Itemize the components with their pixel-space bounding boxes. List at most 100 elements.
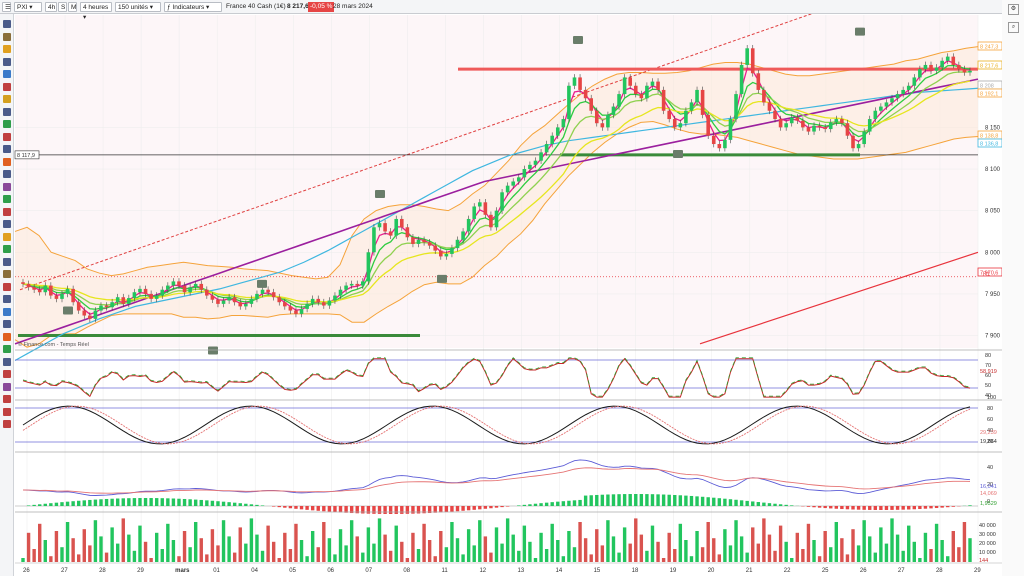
- volume-bar: [533, 558, 538, 562]
- volume-bar: [829, 547, 833, 562]
- flag-icon[interactable]: [3, 245, 11, 253]
- volume-bar: [801, 549, 805, 562]
- macd-bar: [645, 494, 649, 506]
- candle: [199, 283, 204, 290]
- trend-icon[interactable]: [3, 70, 11, 78]
- volume-bar: [639, 534, 644, 562]
- period-m-button[interactable]: M: [68, 2, 77, 12]
- volume-bar: [216, 545, 220, 562]
- arrow-icon[interactable]: [3, 132, 11, 141]
- macd-bar: [567, 500, 571, 506]
- channel-icon[interactable]: [3, 82, 11, 91]
- period-s-button[interactable]: S: [58, 2, 67, 12]
- magnet-icon[interactable]: [3, 170, 11, 178]
- macd-bar: [400, 506, 404, 514]
- volume-bar: [634, 518, 638, 562]
- macd-bar: [205, 500, 209, 506]
- candle: [221, 300, 226, 304]
- brush-icon[interactable]: [3, 232, 11, 241]
- volume-bar: [784, 541, 788, 562]
- symbol-selector[interactable]: PXI ▾: [14, 2, 42, 12]
- candle: [411, 237, 415, 244]
- volume-bar: [455, 538, 460, 562]
- volume-bar: [918, 558, 922, 562]
- x-axis-label: mars: [175, 568, 190, 574]
- text-icon[interactable]: [3, 107, 11, 116]
- pivot-marker: [257, 279, 267, 288]
- search-icon[interactable]: ⌕: [1008, 22, 1019, 33]
- target-icon[interactable]: [3, 382, 11, 391]
- volume-bar: [416, 549, 421, 562]
- crosshair-icon[interactable]: [3, 32, 11, 41]
- indicators-button[interactable]: ƒ Indicateurs ▾: [164, 2, 222, 12]
- volume-bar: [461, 554, 465, 562]
- hide-icon[interactable]: [3, 357, 11, 366]
- volume-bar: [355, 536, 359, 562]
- menu-icon[interactable]: ☰: [2, 2, 11, 12]
- candle: [695, 89, 699, 103]
- trash-icon[interactable]: [3, 207, 11, 216]
- triangle-icon[interactable]: [3, 395, 11, 403]
- candle: [795, 117, 800, 121]
- rsi-signal-line: [22, 357, 971, 397]
- settings-icon[interactable]: ⚙: [1008, 4, 1019, 15]
- link-icon[interactable]: [3, 320, 11, 328]
- macd-bar: [639, 494, 644, 506]
- volume-bar: [255, 534, 259, 562]
- interval-select[interactable]: 4 heures ▾: [80, 2, 112, 21]
- candle: [99, 305, 103, 311]
- text-t2-icon[interactable]: [3, 420, 11, 428]
- clone-icon[interactable]: [3, 307, 11, 316]
- text-t-icon[interactable]: [3, 407, 11, 416]
- volume-bar: [166, 523, 170, 562]
- volume-bar: [238, 527, 242, 562]
- candle: [583, 89, 588, 99]
- pencil-icon[interactable]: [3, 45, 11, 53]
- more-icon[interactable]: [3, 370, 11, 378]
- candle: [845, 123, 850, 136]
- price-icon[interactable]: [3, 282, 11, 291]
- macd-bar: [528, 504, 532, 506]
- volume-bar: [361, 552, 365, 562]
- line-icon[interactable]: [3, 57, 11, 66]
- macd-bar: [294, 506, 298, 509]
- volume-bar: [695, 531, 699, 562]
- units-select[interactable]: 150 unités ▾: [115, 2, 161, 12]
- time-icon[interactable]: [3, 295, 11, 303]
- macd-bar: [712, 497, 716, 506]
- candle: [37, 289, 42, 293]
- candle: [594, 110, 599, 124]
- candle: [154, 295, 159, 299]
- macd-bar: [210, 500, 215, 506]
- layers-icon[interactable]: [3, 345, 11, 353]
- bell-icon[interactable]: [3, 332, 11, 341]
- shape-icon[interactable]: [3, 120, 11, 128]
- lock-icon[interactable]: [3, 182, 11, 191]
- volume-bar: [38, 523, 42, 562]
- note-icon[interactable]: [3, 270, 11, 278]
- fib-icon[interactable]: [3, 95, 11, 103]
- volume-bar: [132, 550, 137, 562]
- macd-bar: [745, 500, 749, 506]
- macd-bar: [455, 506, 460, 512]
- macd-bar: [561, 501, 566, 506]
- macd-bar: [138, 498, 142, 506]
- volume-bar: [700, 547, 705, 562]
- volume-bar: [411, 532, 415, 562]
- volume-bar: [940, 540, 944, 562]
- period-4h-button[interactable]: 4h: [45, 2, 57, 12]
- volume-bar: [712, 538, 716, 562]
- measure-icon[interactable]: [3, 145, 11, 153]
- price-axis-label: 8 000: [985, 250, 1001, 256]
- stoch-axis-label: 100: [987, 395, 996, 401]
- star-icon[interactable]: [3, 257, 11, 266]
- eye-icon[interactable]: [3, 195, 11, 203]
- volume-bar: [600, 545, 605, 562]
- volume-bar: [606, 520, 610, 562]
- macd-bar: [968, 505, 972, 506]
- chart-area[interactable]: 8 150 8 100 8 050 8 000 7 950 7 900 8 247,3 8 2…: [0, 0, 1024, 576]
- candle: [856, 144, 861, 149]
- zoom-icon[interactable]: [3, 157, 11, 166]
- cursor-icon[interactable]: [3, 20, 11, 28]
- ruler-icon[interactable]: [3, 220, 11, 228]
